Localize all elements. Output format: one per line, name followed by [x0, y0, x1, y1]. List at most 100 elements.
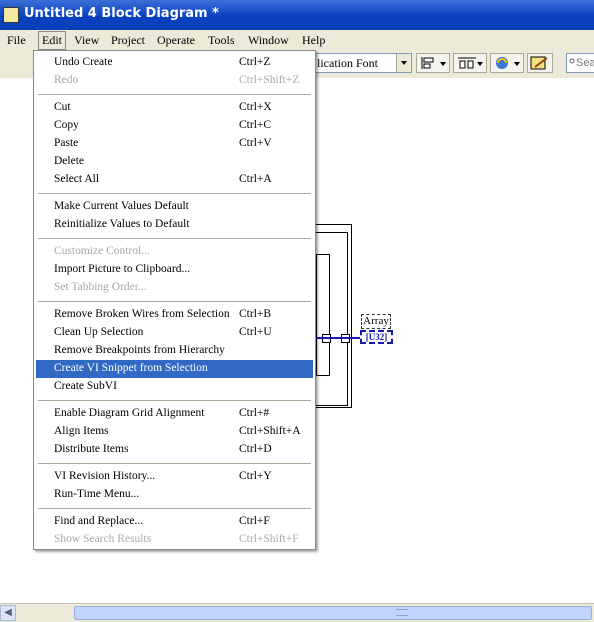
menu-bar: File Edit View Project Operate Tools Window Hel… — [0, 30, 594, 50]
scroll-thumb[interactable] — [74, 606, 592, 620]
menu-item-clean-up-selection[interactable]: Clean Up Selection Ctrl+U — [36, 324, 313, 342]
menu-item-reinitialize-values-to-default[interactable]: Reinitialize Values to Default — [36, 216, 313, 234]
menu-item-label: Reinitialize Values to Default — [54, 218, 190, 230]
menu-item-shortcut: Ctrl+X — [239, 101, 272, 113]
menu-item-label: Create VI Snippet from Selection — [54, 362, 208, 374]
text-settings-dropdown[interactable]: lication Font — [306, 53, 412, 73]
menu-item-shortcut: Ctrl+Shift+A — [239, 425, 301, 437]
edit-menu-dropdown: Undo Create Ctrl+Z Redo Ctrl+Shift+Z Cut Ctrl… — [33, 50, 316, 550]
menu-separator — [38, 238, 311, 239]
scroll-grip-icon — [396, 609, 408, 616]
menu-tools[interactable]: Tools — [208, 33, 235, 48]
align-objects-button[interactable] — [416, 53, 450, 73]
horizontal-scrollbar[interactable]: ◀ — [0, 603, 594, 622]
menu-item-label: Align Items — [54, 425, 109, 437]
menu-item-align-items[interactable]: Align Items Ctrl+Shift+A — [36, 423, 313, 441]
menu-item-label: Remove Broken Wires from Selection — [54, 308, 230, 320]
cleanup-diagram-button[interactable] — [527, 53, 553, 73]
menu-item-label: Cut — [54, 101, 71, 113]
menu-item-label: Set Tabbing Order... — [54, 281, 147, 293]
menu-item-label: Paste — [54, 137, 79, 149]
scroll-left-arrow-icon[interactable]: ◀ — [0, 605, 16, 621]
menu-item-redo[interactable]: Redo Ctrl+Shift+Z — [36, 72, 313, 90]
menu-item-label: Undo Create — [54, 56, 113, 68]
distribute-objects-button[interactable] — [453, 53, 487, 73]
menu-item-label: VI Revision History... — [54, 470, 156, 482]
menu-item-select-all[interactable]: Select All Ctrl+A — [36, 171, 313, 189]
menu-item-show-search-results[interactable]: Show Search Results Ctrl+Shift+F — [36, 531, 313, 549]
menu-item-import-picture-to-clipboard[interactable]: Import Picture to Clipboard... — [36, 261, 313, 279]
menu-item-label: Clean Up Selection — [54, 326, 144, 338]
menu-separator — [38, 400, 311, 401]
menu-item-vi-revision-history[interactable]: VI Revision History... Ctrl+Y — [36, 468, 313, 486]
menu-item-label: Distribute Items — [54, 443, 129, 455]
menu-help[interactable]: Help — [302, 33, 325, 48]
array-indicator-terminal[interactable]: [U32] — [360, 330, 393, 344]
menu-item-remove-breakpoints-from-hierarchy[interactable]: Remove Breakpoints from Hierarchy — [36, 342, 313, 360]
menu-item-label: Make Current Values Default — [54, 200, 189, 212]
menu-item-copy[interactable]: Copy Ctrl+C — [36, 117, 313, 135]
menu-item-label: Run-Time Menu... — [54, 488, 140, 500]
blue-wire[interactable] — [314, 337, 360, 339]
menu-item-label: Show Search Results — [54, 533, 152, 545]
labview-app-icon[interactable] — [3, 7, 19, 23]
chevron-down-icon — [396, 54, 411, 72]
reorder-icon — [496, 57, 508, 69]
menu-item-remove-broken-wires-from-selection[interactable]: Remove Broken Wires from Selection Ctrl+B — [36, 306, 313, 324]
menu-item-label: Redo — [54, 74, 79, 86]
menu-item-undo-create[interactable]: Undo Create Ctrl+Z — [36, 54, 313, 72]
structure-frame-inner[interactable] — [316, 254, 330, 376]
menu-file[interactable]: File — [7, 33, 26, 48]
menu-item-make-current-values-default[interactable]: Make Current Values Default — [36, 198, 313, 216]
menu-item-shortcut: Ctrl+# — [239, 407, 270, 419]
menu-operate[interactable]: Operate — [157, 33, 195, 48]
menu-separator — [38, 94, 311, 95]
menu-separator — [38, 463, 311, 464]
menu-item-label: Import Picture to Clipboard... — [54, 263, 191, 275]
menu-item-shortcut: Ctrl+Y — [239, 470, 272, 482]
text-settings-value: lication Font — [317, 56, 378, 70]
menu-item-label: Find and Replace... — [54, 515, 144, 527]
menu-item-label: Remove Breakpoints from Hierarchy — [54, 344, 225, 356]
menu-item-run-time-menu[interactable]: Run-Time Menu... — [36, 486, 313, 504]
menu-item-distribute-items[interactable]: Distribute Items Ctrl+D — [36, 441, 313, 459]
menu-item-shortcut: Ctrl+D — [239, 443, 272, 455]
menu-item-shortcut: Ctrl+U — [239, 326, 272, 338]
menu-item-label: Enable Diagram Grid Alignment — [54, 407, 205, 419]
menu-item-customize-control[interactable]: Customize Control... — [36, 243, 313, 261]
menu-item-cut[interactable]: Cut Ctrl+X — [36, 99, 313, 117]
menu-item-shortcut: Ctrl+Shift+Z — [239, 74, 300, 86]
search-input[interactable]: Sear — [566, 53, 594, 73]
title-bar[interactable]: Untitled 4 Block Diagram * — [0, 0, 594, 30]
array-label[interactable]: Array — [361, 314, 391, 329]
distribute-objects-icon — [458, 57, 476, 69]
menu-separator — [38, 508, 311, 509]
menu-item-shortcut: Ctrl+C — [239, 119, 272, 131]
menu-item-shortcut: Ctrl+F — [239, 515, 270, 527]
search-icon — [569, 58, 575, 64]
menu-item-paste[interactable]: Paste Ctrl+V — [36, 135, 313, 153]
window-title: Untitled 4 Block Diagram * — [24, 6, 219, 21]
menu-item-label: Copy — [54, 119, 79, 131]
menu-item-find-and-replace[interactable]: Find and Replace... Ctrl+F — [36, 513, 313, 531]
menu-item-label: Create SubVI — [54, 380, 117, 392]
menu-item-create-subvi[interactable]: Create SubVI — [36, 378, 313, 396]
menu-item-shortcut: Ctrl+Z — [239, 56, 271, 68]
menu-item-delete[interactable]: Delete — [36, 153, 313, 171]
menu-window[interactable]: Window — [248, 33, 289, 48]
menu-item-enable-diagram-grid-alignment[interactable]: Enable Diagram Grid Alignment Ctrl+# — [36, 405, 313, 423]
menu-edit[interactable]: Edit — [38, 31, 66, 50]
menu-project[interactable]: Project — [111, 33, 145, 48]
menu-item-label: Select All — [54, 173, 100, 185]
cleanup-diagram-icon — [530, 56, 548, 70]
menu-item-shortcut: Ctrl+Shift+F — [239, 533, 299, 545]
align-objects-icon — [421, 57, 434, 69]
menu-item-create-vi-snippet-from-selection[interactable]: Create VI Snippet from Selection — [36, 360, 313, 378]
menu-view[interactable]: View — [74, 33, 99, 48]
menu-item-set-tabbing-order[interactable]: Set Tabbing Order... — [36, 279, 313, 297]
menu-item-shortcut: Ctrl+B — [239, 308, 272, 320]
menu-item-shortcut: Ctrl+V — [239, 137, 272, 149]
menu-separator — [38, 301, 311, 302]
reorder-button[interactable] — [490, 53, 524, 73]
search-placeholder: Sear — [576, 57, 594, 69]
